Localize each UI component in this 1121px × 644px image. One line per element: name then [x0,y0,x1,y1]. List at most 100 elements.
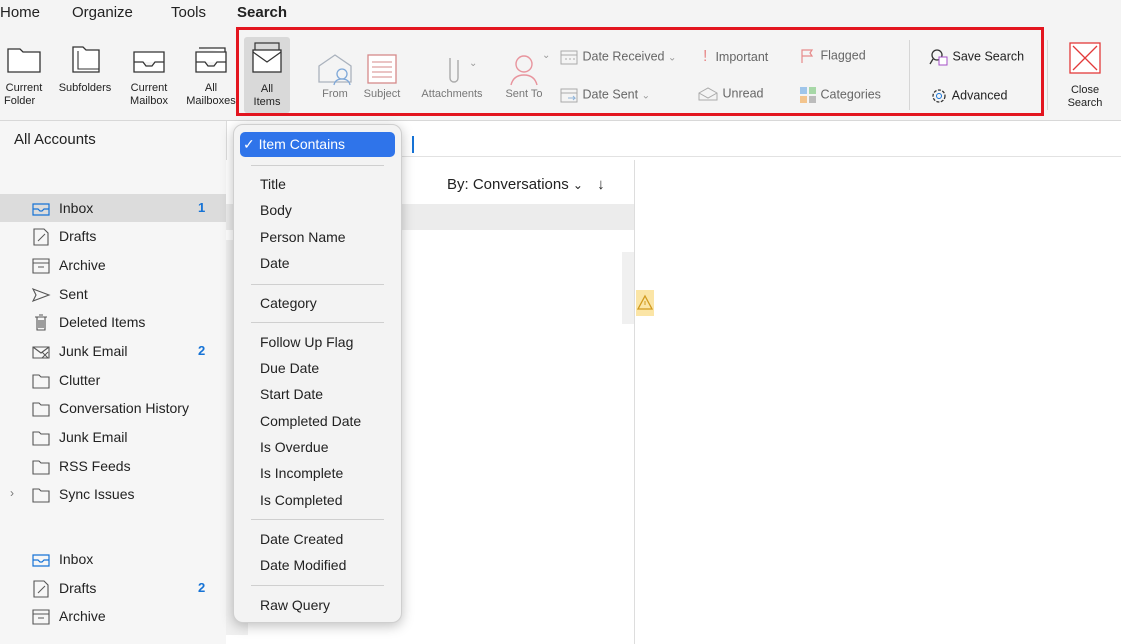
folder-icon [32,402,50,417]
sidebar-item-label: Conversation History [59,400,189,416]
sidebar-item[interactable]: RSS Feeds [0,452,226,480]
menu-divider [251,284,384,285]
search-input[interactable] [402,132,1121,157]
sidebar-item-label: RSS Feeds [59,458,131,474]
menu-option[interactable]: Date [260,255,290,271]
menu-option[interactable]: Is Overdue [260,439,328,455]
mailboxes-icon [195,47,227,73]
sidebar-item-label: Sent [59,286,88,302]
drafts-icon [33,580,49,598]
inbox-icon [32,203,50,216]
sidebar-item-label: Inbox [59,551,94,567]
subfolders-icon [72,46,100,73]
inbox-icon [32,554,50,567]
menu-option[interactable]: Follow Up Flag [260,334,353,350]
folder-icon [32,460,50,475]
current-folder-label-1: Current [5,82,43,94]
close-search-button[interactable]: Close Search [1060,40,1110,110]
unread-count-badge: 2 [198,343,206,358]
sort-label: By: Conversations [447,176,569,193]
all-mailboxes-label-2: Mailboxes [186,95,236,107]
menu-bar: Home Organize Tools Search [0,0,1121,28]
sidebar-item[interactable]: Junk Email 2 [0,337,226,365]
chevron-down-icon: ⌄ [572,178,583,192]
sidebar-item-label: Deleted Items [59,314,146,330]
junk-icon [32,346,50,359]
sidebar-item[interactable]: Drafts 2 [0,574,226,602]
sidebar-item-label: Sync Issues [59,486,135,502]
sidebar-item[interactable]: Inbox 1 [0,194,226,222]
menu-option[interactable]: Is Completed [260,492,342,508]
sort-arrow-icon[interactable]: ↓ [597,176,605,193]
menu-option[interactable]: Date Created [260,531,343,547]
unread-count-badge: 2 [198,580,206,595]
sidebar-item[interactable]: Drafts [0,222,226,250]
menu-option[interactable]: Person Name [260,229,346,245]
menu-divider [251,165,384,166]
sent-icon [31,287,51,303]
menu-option[interactable]: Start Date [260,386,323,402]
sidebar-item-label: Drafts [59,228,97,244]
current-folder-button[interactable]: Current Folder [0,44,48,108]
sidebar-item[interactable]: Junk Email [0,423,226,451]
item-contains-option[interactable]: ✓ Item Contains [240,132,395,157]
archive-icon [32,609,50,625]
menu-option[interactable]: Completed Date [260,413,361,429]
subfolders-button[interactable]: Subfolders [52,44,118,95]
sidebar-item-label: Junk Email [59,429,128,445]
close-search-label-1: Close [1070,84,1100,96]
folder-icon [7,48,41,73]
sidebar-item[interactable]: Deleted Items [0,308,226,336]
sidebar-item-label: Clutter [59,372,101,388]
menu-option[interactable]: Category [260,295,317,311]
ribbon-separator [1047,40,1048,110]
sort-selector[interactable]: By: Conversations ⌄ ↓ [447,176,605,193]
menu-home[interactable]: Home [0,4,40,21]
list-scroll-edge [622,252,634,324]
menu-search[interactable]: Search [237,4,287,21]
highlight-box [236,27,1044,116]
current-folder-label-2: Folder [4,95,36,107]
trash-icon [35,314,47,331]
warning-icon [636,290,654,316]
menu-option[interactable]: Is Incomplete [260,465,343,481]
sidebar-item[interactable]: Archive [0,251,226,279]
folder-icon [32,488,50,503]
all-accounts-label: All Accounts [14,131,96,148]
sidebar-item-label: Archive [59,608,106,624]
folder-icon [32,431,50,446]
sidebar-item[interactable]: › Sync Issues [0,480,226,508]
sidebar-item[interactable]: Sent [0,280,226,308]
current-mailbox-label-2: Mailbox [130,95,168,107]
menu-option[interactable]: Body [260,202,292,218]
search-cursor [412,136,414,153]
unread-count-badge: 1 [198,200,206,215]
close-search-label-2: Search [1067,97,1103,109]
folder-icon [32,374,50,389]
menu-option[interactable]: Date Modified [260,557,346,573]
sidebar-item[interactable]: Inbox [0,545,226,573]
subfolders-label: Subfolders [58,82,112,94]
drafts-icon [33,228,49,246]
sidebar-item[interactable]: Archive [0,602,226,630]
all-mailboxes-label-1: All [204,82,218,94]
current-mailbox-button[interactable]: Current Mailbox [121,44,177,108]
sidebar-item[interactable]: Clutter [0,366,226,394]
expand-chevron-icon[interactable]: › [10,486,14,500]
menu-tools[interactable]: Tools [171,4,206,21]
menu-divider [251,585,384,586]
menu-option[interactable]: Due Date [260,360,319,376]
current-mailbox-label-1: Current [130,82,168,94]
sidebar-item[interactable]: Conversation History [0,394,226,422]
all-mailboxes-button[interactable]: All Mailboxes [180,44,242,108]
menu-organize[interactable]: Organize [72,4,133,21]
menu-option[interactable]: Title [260,176,286,192]
sidebar-item-label: Drafts [59,580,97,596]
menu-divider [251,519,384,520]
sidebar-item-label: Archive [59,257,106,273]
archive-icon [32,258,50,274]
menu-option[interactable]: Raw Query [260,597,330,613]
sidebar-item-label: Junk Email [59,343,128,359]
sidebar-item-label: Inbox [59,200,94,216]
menu-divider [251,322,384,323]
